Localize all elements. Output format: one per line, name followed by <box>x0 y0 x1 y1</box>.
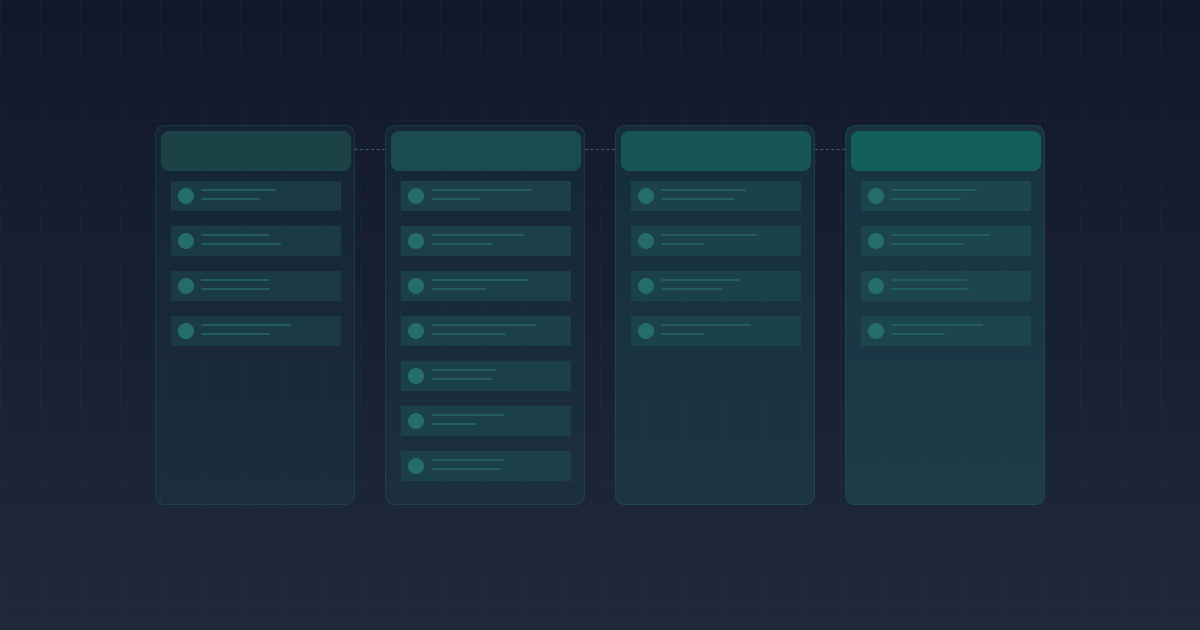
text-placeholder-line <box>661 198 735 200</box>
text-placeholder-line <box>431 198 481 200</box>
avatar-dot-icon <box>178 188 194 204</box>
task-card[interactable] <box>171 181 341 211</box>
task-card[interactable] <box>401 316 571 346</box>
text-placeholder-line <box>431 378 492 380</box>
connector-line <box>815 149 845 150</box>
text-placeholder-line <box>891 324 983 326</box>
text-placeholder-line <box>891 333 945 335</box>
avatar-dot-icon <box>408 413 424 429</box>
task-card[interactable] <box>171 226 341 256</box>
board-column-3[interactable] <box>615 125 815 505</box>
text-placeholder-line <box>891 234 990 236</box>
text-placeholder-line <box>431 279 529 281</box>
task-card[interactable] <box>631 271 801 301</box>
text-placeholder-line <box>661 234 757 236</box>
avatar-dot-icon <box>868 188 884 204</box>
avatar-dot-icon <box>868 278 884 294</box>
board-column-2[interactable] <box>385 125 585 505</box>
avatar-dot-icon <box>408 368 424 384</box>
column-header[interactable] <box>851 131 1041 171</box>
card-list <box>401 181 571 496</box>
task-card[interactable] <box>401 406 571 436</box>
avatar-dot-icon <box>178 323 194 339</box>
avatar-dot-icon <box>868 233 884 249</box>
board-column-4[interactable] <box>845 125 1045 505</box>
text-placeholder-line <box>891 288 969 290</box>
text-placeholder-line <box>661 243 705 245</box>
avatar-dot-icon <box>638 278 654 294</box>
task-card[interactable] <box>631 181 801 211</box>
connector-line <box>355 149 385 150</box>
avatar-dot-icon <box>408 233 424 249</box>
avatar-dot-icon <box>408 323 424 339</box>
task-card[interactable] <box>171 271 341 301</box>
card-list <box>171 181 341 361</box>
text-placeholder-line <box>661 288 723 290</box>
text-placeholder-line <box>431 324 536 326</box>
avatar-dot-icon <box>178 278 194 294</box>
avatar-dot-icon <box>638 323 654 339</box>
column-header[interactable] <box>161 131 351 171</box>
task-card[interactable] <box>861 271 1031 301</box>
text-placeholder-line <box>891 198 961 200</box>
text-placeholder-line <box>431 288 486 290</box>
kanban-board <box>155 125 1045 505</box>
text-placeholder-line <box>201 324 291 326</box>
text-placeholder-line <box>661 324 751 326</box>
task-card[interactable] <box>401 226 571 256</box>
avatar-dot-icon <box>868 323 884 339</box>
task-card[interactable] <box>401 451 571 481</box>
text-placeholder-line <box>201 189 276 191</box>
text-placeholder-line <box>201 288 270 290</box>
task-card[interactable] <box>631 226 801 256</box>
card-list <box>631 181 801 361</box>
text-placeholder-line <box>891 279 967 281</box>
task-card[interactable] <box>171 316 341 346</box>
avatar-dot-icon <box>408 278 424 294</box>
task-card[interactable] <box>401 271 571 301</box>
task-card[interactable] <box>401 181 571 211</box>
text-placeholder-line <box>891 243 964 245</box>
text-placeholder-line <box>201 279 270 281</box>
text-placeholder-line <box>661 189 746 191</box>
column-header[interactable] <box>621 131 811 171</box>
text-placeholder-line <box>431 459 504 461</box>
avatar-dot-icon <box>638 233 654 249</box>
text-placeholder-line <box>201 243 281 245</box>
text-placeholder-line <box>431 414 505 416</box>
text-placeholder-line <box>201 198 260 200</box>
text-placeholder-line <box>661 279 740 281</box>
text-placeholder-line <box>201 234 269 236</box>
text-placeholder-line <box>431 243 492 245</box>
text-placeholder-line <box>431 423 477 425</box>
text-placeholder-line <box>431 369 496 371</box>
task-card[interactable] <box>861 316 1031 346</box>
text-placeholder-line <box>431 234 524 236</box>
text-placeholder-line <box>431 468 501 470</box>
avatar-dot-icon <box>178 233 194 249</box>
avatar-dot-icon <box>408 458 424 474</box>
text-placeholder-line <box>891 189 977 191</box>
task-card[interactable] <box>861 181 1031 211</box>
avatar-dot-icon <box>638 188 654 204</box>
text-placeholder-line <box>431 333 506 335</box>
task-card[interactable] <box>631 316 801 346</box>
task-card[interactable] <box>401 361 571 391</box>
connector-line <box>585 149 615 150</box>
board-column-1[interactable] <box>155 125 355 505</box>
column-header[interactable] <box>391 131 581 171</box>
avatar-dot-icon <box>408 188 424 204</box>
text-placeholder-line <box>661 333 705 335</box>
card-list <box>861 181 1031 361</box>
text-placeholder-line <box>201 333 270 335</box>
text-placeholder-line <box>431 189 532 191</box>
task-card[interactable] <box>861 226 1031 256</box>
